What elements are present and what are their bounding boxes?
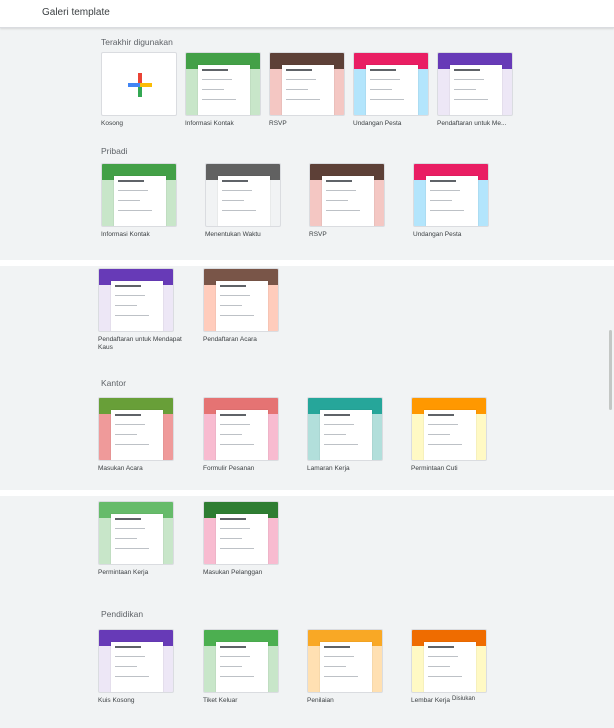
template-event-feedback[interactable]: Masukan Acara: [98, 397, 174, 473]
template-thumbnail[interactable]: [98, 501, 174, 565]
template-label: Permintaan Kerja: [98, 569, 149, 576]
template-customer-feedback[interactable]: Masukan Pelanggan: [203, 501, 279, 577]
blank-thumbnail[interactable]: [101, 52, 177, 116]
template-thumbnail[interactable]: [411, 629, 487, 693]
template-party-invite-recent[interactable]: Undangan Pesta: [353, 52, 429, 128]
template-thumbnail[interactable]: [353, 52, 429, 116]
template-thumbnail[interactable]: [437, 52, 513, 116]
template-label: RSVP: [309, 231, 327, 238]
template-contact-info[interactable]: Informasi Kontak: [101, 163, 177, 239]
template-thumbnail[interactable]: [411, 397, 487, 461]
template-thumbnail[interactable]: [205, 163, 281, 227]
plus-icon: [128, 73, 152, 97]
template-label: Pendaftaran untuk Me...: [437, 120, 507, 127]
template-tshirt-signup[interactable]: Pendaftaran untuk Mendapat Kaus: [98, 268, 182, 352]
section-title-education: Pendidikan: [101, 609, 144, 619]
page-title: Galeri template: [42, 7, 110, 18]
template-thumbnail[interactable]: [98, 268, 174, 332]
template-label: Tiket Keluar: [203, 697, 238, 704]
template-label: Kosong: [101, 120, 124, 127]
section-title-personal: Pribadi: [101, 146, 128, 156]
section-title-recent: Terakhir digunakan: [101, 37, 173, 47]
section-divider: [0, 490, 614, 496]
template-order-form[interactable]: Formulir Pesanan: [203, 397, 279, 473]
template-assessment[interactable]: Penilaian: [307, 629, 383, 705]
section-divider: [0, 260, 614, 266]
template-label: Undangan Pesta: [353, 120, 402, 127]
template-label: Informasi Kontak: [185, 120, 234, 127]
template-rsvp-recent[interactable]: RSVP: [269, 52, 345, 128]
template-thumbnail[interactable]: [98, 397, 174, 461]
template-blank-quiz[interactable]: Kuis Kosong: [98, 629, 174, 705]
template-worksheet[interactable]: Lembar Kerja: [411, 629, 487, 705]
template-job-application[interactable]: Lamaran Kerja: [307, 397, 383, 473]
template-label: Lamaran Kerja: [307, 465, 350, 472]
template-label: Pendaftaran Acara: [203, 336, 257, 343]
template-label: Undangan Pesta: [413, 231, 462, 238]
template-blank[interactable]: Kosong: [101, 52, 177, 128]
template-thumbnail[interactable]: [307, 629, 383, 693]
template-label: Formulir Pesanan: [203, 465, 255, 472]
template-thumbnail[interactable]: [203, 629, 279, 693]
template-thumbnail[interactable]: [98, 629, 174, 693]
template-label: RSVP: [269, 120, 287, 127]
section-title-work: Kantor: [101, 378, 127, 388]
template-label: Pendaftaran untuk Mendapat Kaus: [98, 336, 182, 351]
template-find-time[interactable]: Menentukan Waktu: [205, 163, 281, 239]
template-label: Menentukan Waktu: [205, 231, 261, 238]
template-label: Lembar Kerja: [411, 697, 451, 704]
template-label: Penilaian: [307, 697, 334, 704]
template-contact-info-recent[interactable]: Informasi Kontak: [185, 52, 261, 128]
template-exit-ticket[interactable]: Tiket Keluar: [203, 629, 279, 705]
template-label: Masukan Pelanggan: [203, 569, 263, 576]
template-thumbnail[interactable]: [307, 397, 383, 461]
template-thumbnail[interactable]: [203, 501, 279, 565]
template-label: Masukan Acara: [98, 465, 143, 472]
template-label: Permintaan Cuti: [411, 465, 458, 472]
tooltip: Disiukan: [452, 696, 476, 702]
template-thumbnail[interactable]: [203, 397, 279, 461]
template-time-off[interactable]: Permintaan Cuti: [411, 397, 487, 473]
template-event-registration[interactable]: Pendaftaran Acara: [203, 268, 279, 344]
template-thumbnail[interactable]: [413, 163, 489, 227]
template-label: Informasi Kontak: [101, 231, 150, 238]
template-label: Kuis Kosong: [98, 697, 135, 704]
template-thumbnail[interactable]: [269, 52, 345, 116]
template-party-invite[interactable]: Undangan Pesta: [413, 163, 489, 239]
template-rsvp[interactable]: RSVP: [309, 163, 385, 239]
template-tshirt-signup-recent[interactable]: Pendaftaran untuk Me...: [437, 52, 513, 128]
scrollbar[interactable]: [609, 330, 612, 410]
template-work-request[interactable]: Permintaan Kerja: [98, 501, 174, 577]
template-thumbnail[interactable]: [185, 52, 261, 116]
template-thumbnail[interactable]: [309, 163, 385, 227]
template-thumbnail[interactable]: [203, 268, 279, 332]
top-bar: Galeri template: [0, 0, 614, 28]
template-thumbnail[interactable]: [101, 163, 177, 227]
